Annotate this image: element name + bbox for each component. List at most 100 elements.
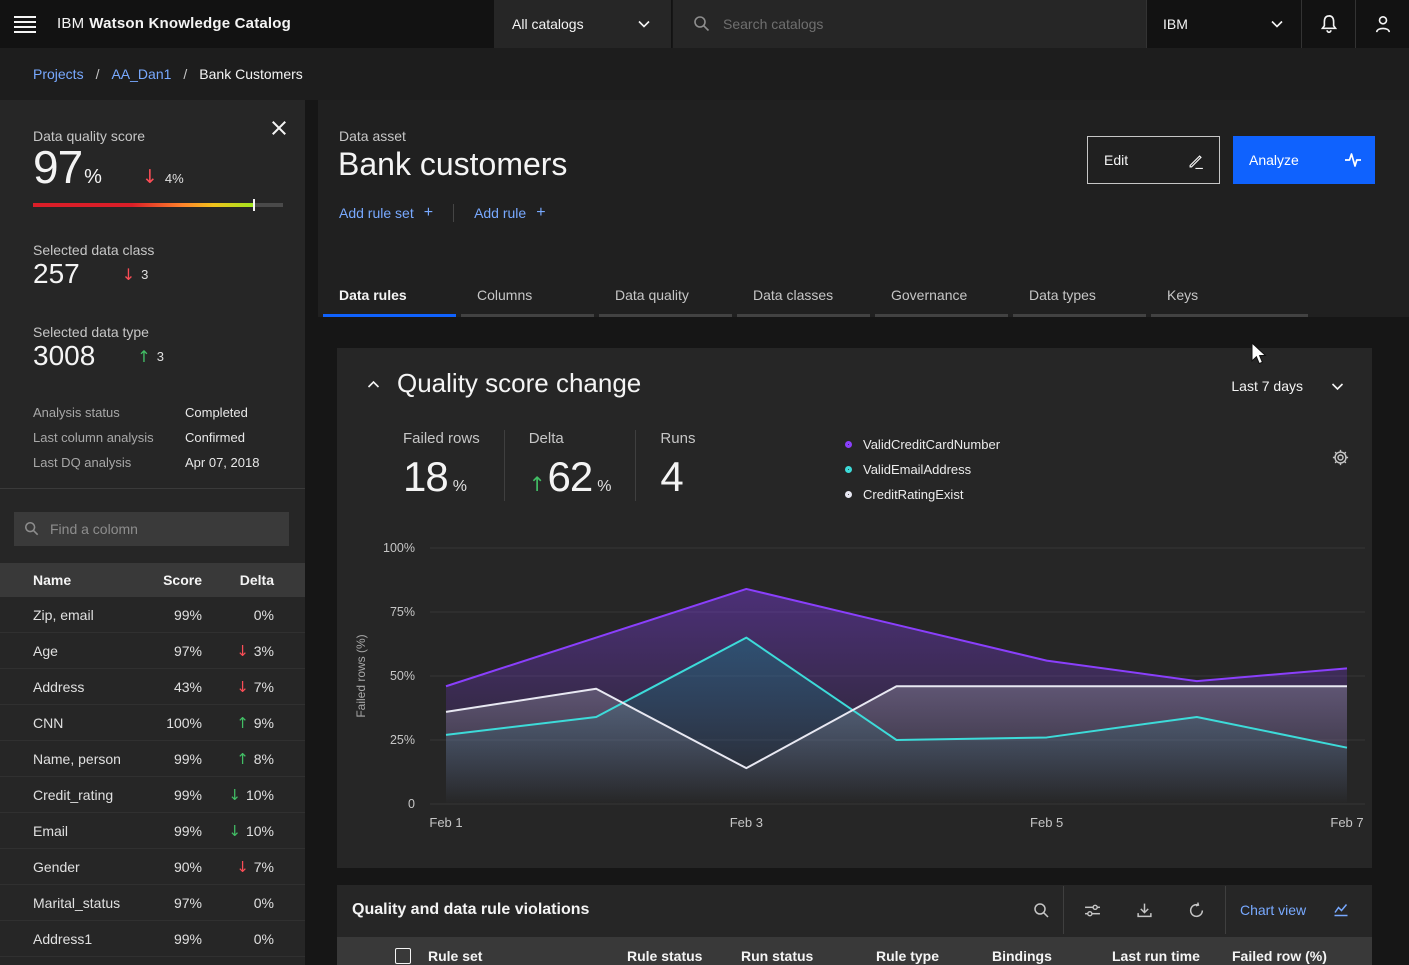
- cell-name: CNN: [33, 715, 145, 731]
- data-type-number: 3008: [33, 340, 95, 372]
- close-icon[interactable]: [269, 118, 289, 138]
- top-nav: IBMWatson Knowledge Catalog All catalogs…: [0, 0, 1409, 48]
- edit-button[interactable]: Edit: [1087, 136, 1220, 184]
- column-header-delta[interactable]: Delta: [206, 572, 274, 588]
- svg-text:Failed rows (%): Failed rows (%): [354, 634, 368, 717]
- select-all-checkbox[interactable]: [395, 948, 411, 964]
- stats-row: Failed rows18%Delta↑62%Runs4: [403, 430, 719, 501]
- table-row-partial[interactable]: [0, 957, 305, 965]
- tab-columns[interactable]: Columns: [461, 278, 594, 317]
- tab-governance[interactable]: Governance: [875, 278, 1008, 317]
- account-selector[interactable]: IBM: [1146, 0, 1301, 48]
- table-row-email[interactable]: Email99%↓10%: [0, 813, 305, 849]
- gauge-marker: [253, 199, 255, 211]
- add-rule-set-link[interactable]: Add rule set+: [339, 204, 433, 222]
- breadcrumb: Projects/AA_Dan1/Bank Customers: [33, 48, 303, 100]
- data-type-delta: 3: [157, 349, 164, 364]
- stat-runs: Runs4: [635, 430, 719, 501]
- violations-col-failed-row[interactable]: Failed row (%): [1232, 937, 1327, 965]
- violations-col-last-run-time[interactable]: Last run time: [1112, 937, 1200, 965]
- tab-data-classes[interactable]: Data classes: [737, 278, 870, 317]
- svg-text:100%: 100%: [383, 541, 415, 555]
- filter-button[interactable]: [1076, 894, 1108, 926]
- tab-data-rules[interactable]: Data rules: [323, 278, 456, 317]
- table-row-marital-status[interactable]: Marital_status97% 0%: [0, 885, 305, 921]
- cell-delta-value: 0%: [254, 895, 274, 911]
- divider: [453, 204, 454, 222]
- table-row-address1[interactable]: Address199%0%: [0, 921, 305, 957]
- trend-up-icon: ↑: [236, 714, 249, 732]
- chart-view-toggle[interactable]: Chart view: [1240, 885, 1350, 935]
- asset-header: Data asset Bank customers Add rule set+ …: [318, 100, 1409, 317]
- chart-view-icon: [1332, 902, 1350, 918]
- user-icon: [1373, 14, 1393, 34]
- table-row-gender[interactable]: Gender90%↓7%: [0, 849, 305, 885]
- notifications-button[interactable]: [1301, 0, 1355, 48]
- violations-col-run-status[interactable]: Run status: [741, 937, 813, 965]
- violations-col-rule-type[interactable]: Rule type: [876, 937, 939, 965]
- svg-text:Feb 5: Feb 5: [1030, 815, 1063, 830]
- legend-item-creditratingexist[interactable]: CreditRatingExist: [845, 482, 1000, 507]
- trend-up-icon: ↑: [529, 472, 546, 496]
- violations-col-rule-status[interactable]: Rule status: [627, 937, 702, 965]
- breadcrumb-item-projects[interactable]: Projects: [33, 66, 84, 82]
- table-row-age[interactable]: Age97%↓3%: [0, 633, 305, 669]
- legend-item-validemailaddress[interactable]: ValidEmailAddress: [845, 457, 1000, 482]
- breadcrumb-item-aa-dan1[interactable]: AA_Dan1: [111, 66, 171, 82]
- meta-label: Analysis status: [33, 405, 185, 420]
- search-button[interactable]: [1025, 894, 1057, 926]
- quality-score-card: Quality score change Last 7 days Failed …: [337, 348, 1372, 868]
- violations-title: Quality and data rule violations: [352, 901, 589, 919]
- stat-value: 62: [547, 453, 592, 501]
- hamburger-menu-icon[interactable]: [12, 10, 42, 38]
- quality-score-number: 97: [33, 140, 82, 194]
- card-title: Quality score change: [397, 368, 641, 399]
- trend-down-icon: ↓: [236, 642, 249, 660]
- column-search-input[interactable]: [50, 512, 280, 546]
- analyze-button[interactable]: Analyze: [1233, 136, 1375, 184]
- table-row-address[interactable]: Address43%↓7%: [0, 669, 305, 705]
- tab-keys[interactable]: Keys: [1151, 278, 1308, 317]
- breadcrumb-bar: Projects/AA_Dan1/Bank Customers: [0, 48, 1409, 100]
- svg-text:25%: 25%: [390, 733, 415, 747]
- analyze-activity-icon: [1343, 150, 1363, 170]
- tab-data-types[interactable]: Data types: [1013, 278, 1146, 317]
- column-header-score[interactable]: Score: [145, 572, 202, 588]
- stat-value-row: ↑62%: [529, 453, 612, 501]
- meta-value: Apr 07, 2018: [185, 455, 259, 470]
- data-quality-sidebar: Data quality score 97 % ↓ 4% Selected da…: [0, 100, 305, 965]
- user-profile-button[interactable]: [1355, 0, 1409, 48]
- table-row-cnn[interactable]: CNN100%↑9%: [0, 705, 305, 741]
- search-input[interactable]: [723, 0, 1123, 48]
- violations-card: Quality and data rule violations Chart v…: [337, 885, 1372, 965]
- settings-gear-icon[interactable]: [1331, 448, 1350, 467]
- cell-name: Gender: [33, 859, 145, 875]
- violations-col-bindings[interactable]: Bindings: [992, 937, 1052, 965]
- stat-value: 4: [660, 453, 682, 501]
- chevron-down-icon: [1271, 20, 1283, 28]
- brand-title: IBMWatson Knowledge Catalog: [57, 0, 291, 48]
- download-button[interactable]: [1128, 894, 1160, 926]
- cell-score: 100%: [145, 715, 202, 731]
- catalog-selector[interactable]: All catalogs: [494, 0, 671, 48]
- cell-delta-value: 10%: [246, 787, 274, 803]
- svg-text:50%: 50%: [390, 669, 415, 683]
- refresh-button[interactable]: [1180, 894, 1212, 926]
- table-row-name-person[interactable]: Name, person99%↑8%: [0, 741, 305, 777]
- svg-text:Feb 1: Feb 1: [429, 815, 462, 830]
- add-rule-link[interactable]: Add rule+: [474, 204, 546, 222]
- tab-data-quality[interactable]: Data quality: [599, 278, 732, 317]
- table-row-credit-rating[interactable]: Credit_rating99%↓10%: [0, 777, 305, 813]
- cell-score: 97%: [145, 895, 202, 911]
- meta-value: Confirmed: [185, 430, 245, 445]
- trend-down-icon: ↓: [236, 858, 249, 876]
- time-range-dropdown[interactable]: Last 7 days: [1231, 378, 1344, 394]
- cell-name: Marital_status: [33, 895, 145, 911]
- legend-item-validcreditcardnumber[interactable]: ValidCreditCardNumber: [845, 432, 1000, 457]
- collapse-chevron-icon[interactable]: [367, 380, 380, 389]
- svg-text:Feb 7: Feb 7: [1330, 815, 1363, 830]
- table-row-zip-email[interactable]: Zip, email99%0%: [0, 597, 305, 633]
- violations-col-rule-set[interactable]: Rule set: [428, 937, 482, 965]
- column-header-name[interactable]: Name: [33, 572, 145, 588]
- download-icon: [1136, 902, 1153, 919]
